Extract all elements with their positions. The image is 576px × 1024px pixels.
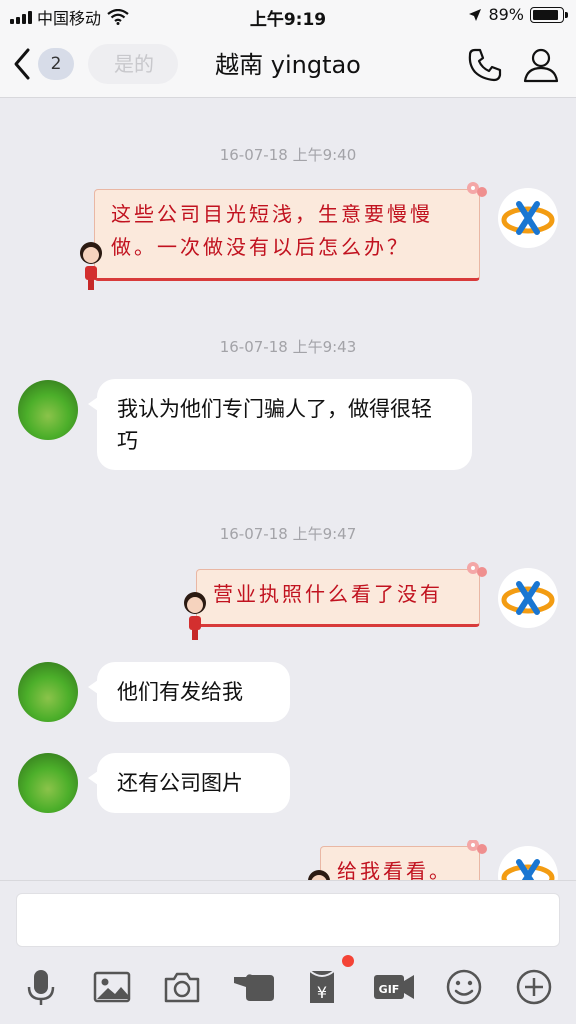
unread-count-badge[interactable]: 2	[38, 48, 74, 80]
input-bar: ¥ GIF	[0, 880, 576, 1024]
company-logo-icon	[501, 859, 555, 880]
message-bubble[interactable]: 我认为他们专门骗人了，做得很轻巧	[88, 379, 472, 470]
partial-message-row: 给我看看。	[0, 840, 576, 880]
red-packet-button[interactable]: ¥	[302, 955, 354, 1007]
notification-dot	[342, 955, 354, 967]
flower-decoration-icon	[467, 182, 487, 197]
company-logo-icon	[501, 581, 555, 615]
status-right: 89%	[468, 5, 568, 24]
my-avatar[interactable]	[498, 846, 558, 880]
battery-percent: 89%	[488, 5, 524, 24]
gif-icon[interactable]: GIF	[372, 967, 416, 1007]
flower-decoration-icon	[467, 562, 487, 577]
camera-icon[interactable]	[162, 967, 202, 1007]
sticker-girl-icon	[80, 242, 102, 290]
battery-icon	[530, 6, 568, 23]
phone-icon[interactable]	[466, 46, 504, 84]
nav-bar: 是的 2 越南 yingtao	[0, 32, 576, 98]
my-avatar[interactable]	[498, 568, 558, 628]
status-bar: 中国移动 上午9:19 89%	[0, 0, 576, 32]
message-card[interactable]: 给我看看。	[320, 840, 487, 880]
input-toolbar: ¥ GIF	[0, 955, 576, 1007]
microphone-icon[interactable]	[21, 967, 61, 1007]
message-bubble[interactable]: 他们有发给我	[88, 662, 290, 722]
message-text: 我认为他们专门骗人了，做得很轻巧	[117, 397, 432, 453]
image-icon[interactable]	[92, 967, 132, 1007]
timestamp: 16-07-18 上午9:43	[219, 338, 357, 356]
message-card[interactable]: 这些公司目光短浅，生意要慢慢做。一次做没有以后怎么办？	[94, 182, 487, 281]
contact-profile-icon[interactable]	[522, 46, 560, 84]
message-text: 这些公司目光短浅，生意要慢慢做。一次做没有以后怎么办？	[111, 202, 433, 259]
previous-message-preview: 是的	[88, 44, 178, 84]
contact-avatar[interactable]	[18, 662, 78, 722]
message-input[interactable]	[16, 893, 560, 947]
contact-avatar[interactable]	[18, 753, 78, 813]
timestamp: 16-07-18 上午9:40	[219, 146, 357, 164]
message-text: 他们有发给我	[117, 680, 243, 704]
message-text: 营业执照什么看了没有	[213, 582, 443, 606]
sticker-girl-icon	[184, 592, 206, 640]
flower-decoration-icon	[467, 840, 487, 854]
poke-icon[interactable]	[232, 967, 276, 1007]
message-text: 还有公司图片	[117, 771, 243, 795]
sticker-girl-icon	[308, 870, 330, 880]
emoji-icon[interactable]	[444, 967, 484, 1007]
timestamp: 16-07-18 上午9:47	[219, 525, 357, 543]
red-packet-symbol: ¥	[317, 983, 327, 1002]
message-bubble[interactable]: 还有公司图片	[88, 753, 290, 813]
message-card[interactable]: 营业执照什么看了没有	[196, 562, 487, 627]
back-chevron-icon[interactable]	[8, 44, 38, 84]
red-packet-icon: ¥	[309, 970, 335, 1003]
gif-label: GIF	[379, 983, 400, 996]
my-avatar[interactable]	[498, 188, 558, 248]
company-logo-icon	[501, 201, 555, 235]
message-text: 给我看看。	[337, 859, 452, 880]
plus-icon[interactable]	[514, 967, 554, 1007]
contact-avatar[interactable]	[18, 380, 78, 440]
location-arrow-icon	[469, 8, 482, 21]
